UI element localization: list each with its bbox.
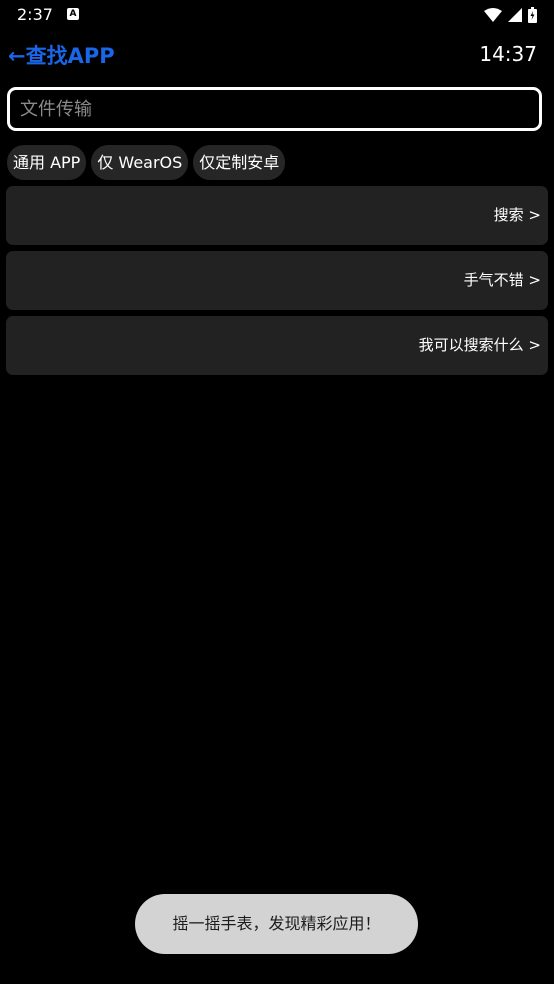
back-title-button[interactable]: ←查找APP [8, 40, 115, 70]
lucky-card[interactable]: 手气不错 > [6, 251, 548, 310]
filter-chips: 通用 APP 仅 WearOS 仅定制安卓 [7, 145, 286, 180]
signal-icon [508, 8, 522, 22]
search-input[interactable] [7, 87, 542, 131]
status-bar: 2:37 A [0, 0, 554, 30]
search-card[interactable]: 搜索 > [6, 186, 548, 245]
toast-message: 摇一摇手表，发现精彩应用！ [135, 894, 418, 954]
status-time: 2:37 [17, 5, 53, 24]
watch-clock: 14:37 [479, 42, 537, 66]
notification-icon: A [67, 8, 79, 20]
search-card-label: 搜索 > [493, 206, 541, 224]
help-card[interactable]: 我可以搜索什么 > [6, 316, 548, 375]
chip-custom-android-only[interactable]: 仅定制安卓 [193, 145, 286, 180]
chip-wearos-only[interactable]: 仅 WearOS [91, 145, 189, 180]
app-header: ←查找APP 14:37 [0, 36, 554, 74]
lucky-card-label: 手气不错 > [463, 271, 541, 289]
help-card-label: 我可以搜索什么 > [418, 336, 541, 354]
battery-icon [528, 7, 537, 23]
status-icons [484, 6, 537, 24]
wifi-icon [484, 8, 502, 22]
chip-universal-app[interactable]: 通用 APP [7, 145, 87, 180]
